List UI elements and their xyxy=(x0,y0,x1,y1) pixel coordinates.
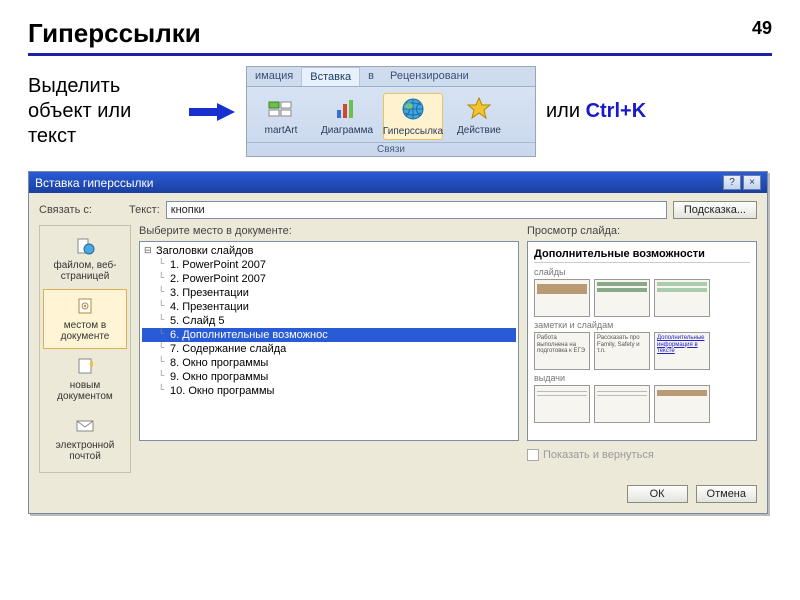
tree-item[interactable]: 7. Содержание слайда xyxy=(142,342,516,356)
slide-tree[interactable]: Заголовки слайдов 1. PowerPoint 20072. P… xyxy=(139,241,519,441)
tree-item[interactable]: 4. Презентации xyxy=(142,300,516,314)
ok-button[interactable]: ОК xyxy=(627,485,688,503)
ribbon-tab-v[interactable]: в xyxy=(360,67,382,86)
text-label: Текст: xyxy=(129,204,160,216)
ribbon-button-chart[interactable]: Диаграмма xyxy=(317,93,377,140)
link-to-file[interactable]: файлом, веб-страницей xyxy=(43,229,127,289)
show-return-checkbox xyxy=(527,449,539,461)
ribbon-tab-insert[interactable]: Вставка xyxy=(301,67,360,86)
tree-item[interactable]: 3. Презентации xyxy=(142,286,516,300)
close-button[interactable]: × xyxy=(743,175,761,190)
shortcut-hint: или Ctrl+K xyxy=(546,100,646,123)
page-title: Гиперссылки xyxy=(28,18,201,49)
link-to-new-doc[interactable]: новым документом xyxy=(43,349,127,409)
help-button[interactable]: ? xyxy=(723,175,741,190)
preview-thumb: Дополнительные информация в тексте xyxy=(654,332,710,370)
preview-thumb: Работа выполнена на подготовка к ЕГЭ xyxy=(534,332,590,370)
smartart-icon xyxy=(266,95,296,123)
link-to-sidebar: файлом, веб-страницей местом в документе… xyxy=(39,225,131,473)
ribbon-tab-animation[interactable]: имация xyxy=(247,67,301,86)
ribbon-button-hyperlink[interactable]: Гиперссылка xyxy=(383,93,443,140)
tree-item[interactable]: 8. Окно программы xyxy=(142,356,516,370)
preview-thumb xyxy=(534,385,590,423)
ribbon-tab-review[interactable]: Рецензировани xyxy=(382,67,477,86)
ribbon: имация Вставка в Рецензировани martArt Д… xyxy=(246,66,536,157)
slide-preview: Дополнительные возможности слайды заметк… xyxy=(527,241,757,441)
file-web-icon xyxy=(74,236,96,256)
place-in-doc-icon xyxy=(74,296,96,316)
tree-item[interactable]: 2. PowerPoint 2007 xyxy=(142,272,516,286)
link-with-label: Связать с: xyxy=(39,204,123,216)
ribbon-tabs: имация Вставка в Рецензировани xyxy=(247,67,535,87)
tree-root[interactable]: Заголовки слайдов xyxy=(142,244,516,258)
preview-thumb xyxy=(654,385,710,423)
page-number: 49 xyxy=(752,18,772,39)
chart-icon xyxy=(332,95,362,123)
preview-thumb: Рассказать про Family, Safety и т.п. xyxy=(594,332,650,370)
title-underline xyxy=(28,53,772,56)
instruction-text: Выделить объект или текст xyxy=(28,74,178,149)
cancel-button[interactable]: Отмена xyxy=(696,485,757,503)
ribbon-group-label: Связи xyxy=(247,142,535,156)
action-star-icon xyxy=(464,95,494,123)
hint-button[interactable]: Подсказка... xyxy=(673,201,757,219)
link-to-place-in-doc[interactable]: местом в документе xyxy=(43,289,127,349)
insert-hyperlink-dialog: Вставка гиперссылки ? × Связать с: Текст… xyxy=(28,171,768,514)
tree-item[interactable]: 10. Окно программы xyxy=(142,384,516,398)
ribbon-button-action[interactable]: Действие xyxy=(449,93,509,140)
ribbon-button-smartart[interactable]: martArt xyxy=(251,93,311,140)
tree-item[interactable]: 5. Слайд 5 xyxy=(142,314,516,328)
new-doc-icon xyxy=(74,356,96,376)
select-place-label: Выберите место в документе: xyxy=(139,225,519,237)
preview-label: Просмотр слайда: xyxy=(527,225,757,237)
show-and-return: Показать и вернуться xyxy=(527,449,757,461)
arrow-right-icon xyxy=(188,101,236,123)
link-to-email[interactable]: электронной почтой xyxy=(43,409,127,469)
dialog-title: Вставка гиперссылки xyxy=(35,176,153,190)
preview-slide-title: Дополнительные возможности xyxy=(534,248,750,263)
preview-thumb xyxy=(594,279,650,317)
preview-thumb xyxy=(654,279,710,317)
dialog-titlebar: Вставка гиперссылки ? × xyxy=(29,172,767,193)
preview-thumb xyxy=(534,279,590,317)
tree-item[interactable]: 9. Окно программы xyxy=(142,370,516,384)
tree-item[interactable]: 1. PowerPoint 2007 xyxy=(142,258,516,272)
preview-thumb xyxy=(594,385,650,423)
tree-item[interactable]: 6. Дополнительные возможнос xyxy=(142,328,516,342)
text-input[interactable]: кнопки xyxy=(166,201,667,219)
globe-icon xyxy=(398,96,428,124)
email-icon xyxy=(74,416,96,436)
